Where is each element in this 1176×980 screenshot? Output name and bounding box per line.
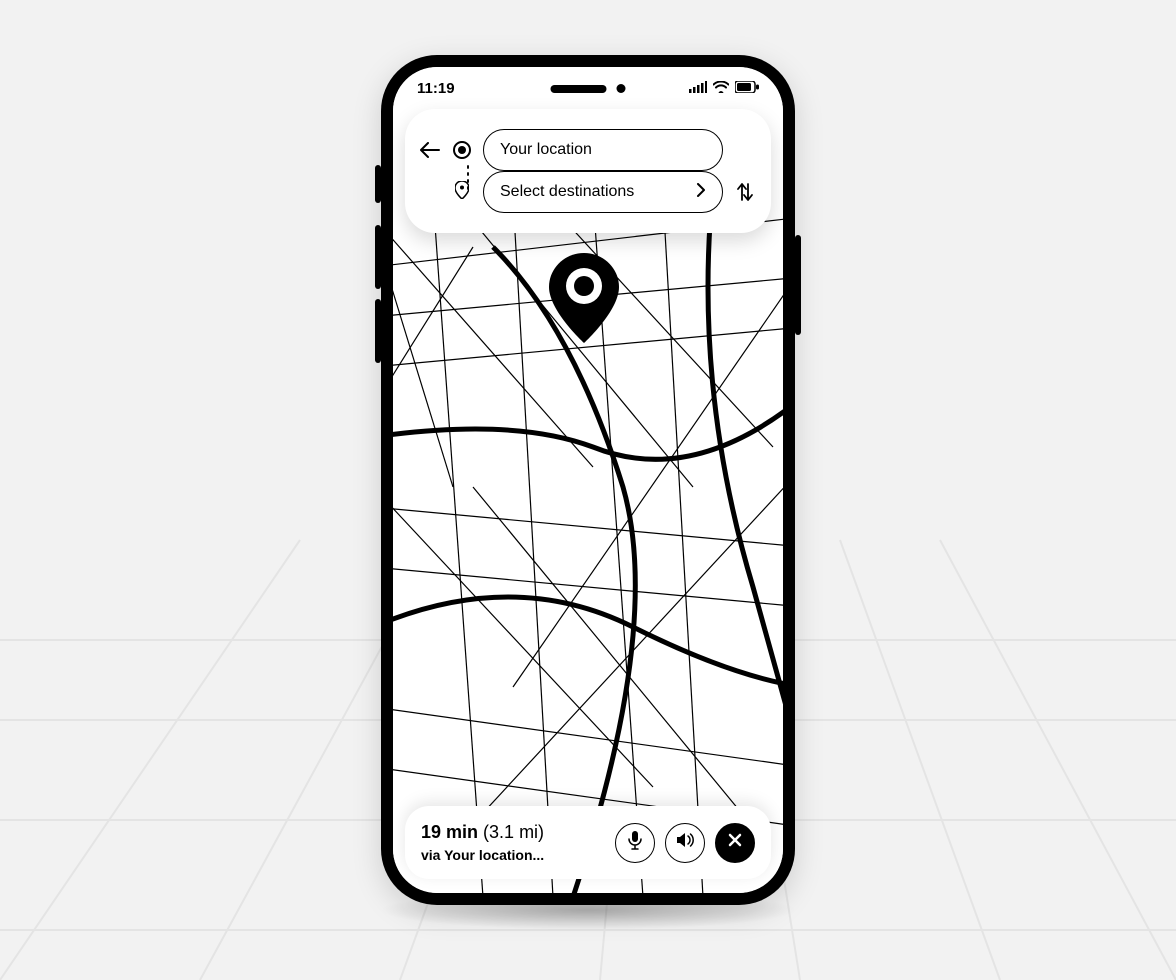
battery-icon	[735, 80, 759, 97]
close-icon	[728, 833, 742, 852]
status-time: 11:19	[417, 80, 455, 97]
phone-screen: 11:19	[393, 67, 783, 893]
status-bar: 11:19	[393, 67, 783, 109]
trip-distance: (3.1 mi)	[483, 822, 544, 842]
close-button[interactable]	[715, 823, 755, 863]
signal-icon	[689, 80, 707, 97]
trip-info: 19 min (3.1 mi) via Your location...	[421, 822, 605, 863]
origin-marker-icon	[451, 141, 473, 159]
origin-placeholder: Your location	[500, 141, 592, 159]
speaker-icon	[676, 832, 694, 853]
sound-button[interactable]	[665, 823, 705, 863]
destination-input[interactable]: Select destinations	[483, 171, 723, 213]
swap-button[interactable]	[733, 180, 757, 204]
location-pin-icon[interactable]	[549, 253, 619, 348]
trip-duration: 19 min	[421, 822, 478, 842]
back-button[interactable]	[419, 139, 441, 161]
destination-placeholder: Select destinations	[500, 183, 634, 201]
notch	[551, 84, 626, 93]
route-dots	[467, 165, 469, 190]
origin-input[interactable]: Your location	[483, 129, 723, 171]
voice-button[interactable]	[615, 823, 655, 863]
route-search-card: Your location Select destinations	[405, 109, 771, 233]
microphone-icon	[628, 830, 642, 855]
trip-via: via Your location...	[421, 847, 605, 863]
trip-summary-card: 19 min (3.1 mi) via Your location...	[405, 806, 771, 879]
chevron-right-icon	[696, 183, 706, 202]
wifi-icon	[713, 80, 729, 97]
phone-frame: 11:19	[381, 55, 795, 905]
side-button	[795, 235, 801, 335]
